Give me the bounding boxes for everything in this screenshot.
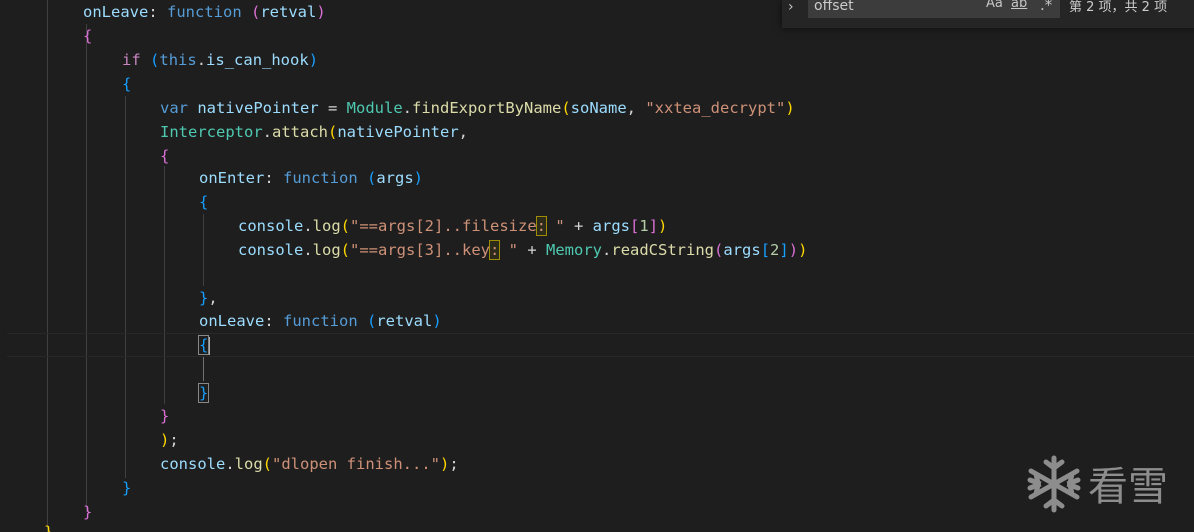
find-match-highlight: : bbox=[535, 216, 548, 236]
code-line-1: onLeave: function (retval) bbox=[83, 3, 326, 21]
code-line-20: console.log("dlopen finish..."); bbox=[160, 455, 459, 473]
code-line-21: } bbox=[122, 479, 132, 497]
bracket-match: { bbox=[197, 335, 210, 355]
code-line-14: onLeave: function (retval) bbox=[199, 312, 442, 330]
code-editor[interactable]: onLeave: function (retval) { if (this.is… bbox=[0, 0, 1194, 532]
whole-word-toggle[interactable]: ab bbox=[1011, 0, 1027, 11]
code-line-7: { bbox=[160, 147, 170, 165]
indent-guide bbox=[47, 0, 48, 532]
indent-guide bbox=[164, 166, 165, 404]
code-line-6: Interceptor.attach(nativePointer, bbox=[160, 123, 469, 141]
code-line-15: { bbox=[197, 333, 211, 357]
code-line-3: if (this.is_can_hook) bbox=[122, 51, 319, 69]
indent-guide bbox=[203, 214, 204, 286]
code-line-22: } bbox=[83, 503, 93, 521]
code-line-9: { bbox=[199, 193, 209, 211]
code-line-17: } bbox=[197, 381, 210, 405]
code-line-8: onEnter: function (args) bbox=[199, 169, 424, 187]
code-line-4: { bbox=[122, 75, 132, 93]
code-line-11: console.log("==args[3]..key: " + Memory.… bbox=[238, 240, 808, 260]
code-line-5: var nativePointer = Module.findExportByN… bbox=[160, 99, 795, 117]
bracket-match: } bbox=[197, 383, 210, 403]
indent-guide bbox=[125, 96, 126, 478]
find-match-count: 第 2 项，共 2 项 bbox=[1069, 0, 1168, 15]
indent-guide bbox=[86, 24, 87, 512]
regex-toggle[interactable]: .* bbox=[1040, 0, 1052, 14]
indent-guide-active bbox=[203, 357, 204, 381]
code-line-13: }, bbox=[199, 289, 218, 307]
code-line-18: } bbox=[160, 407, 170, 425]
watermark-text: 看雪 bbox=[1088, 464, 1168, 510]
code-line-23: } bbox=[44, 523, 54, 532]
previous-match-icon[interactable]: ^ bbox=[1188, 0, 1194, 10]
match-case-toggle[interactable]: Aa bbox=[986, 0, 1003, 11]
code-line-2: { bbox=[83, 27, 93, 45]
code-line-19: ); bbox=[160, 431, 179, 449]
snowflake-icon bbox=[1027, 455, 1081, 513]
code-line-10: console.log("==args[2]..filesize: " + ar… bbox=[238, 216, 668, 236]
find-match-highlight: : bbox=[488, 240, 501, 260]
text-cursor bbox=[208, 336, 211, 355]
current-line-highlight bbox=[7, 333, 1194, 357]
find-widget: › Aa ab .* 第 2 项，共 2 项 ^ bbox=[782, 0, 1194, 28]
toggle-replace-chevron-icon[interactable]: › bbox=[788, 0, 804, 16]
watermark: 看雪 bbox=[1024, 450, 1194, 520]
